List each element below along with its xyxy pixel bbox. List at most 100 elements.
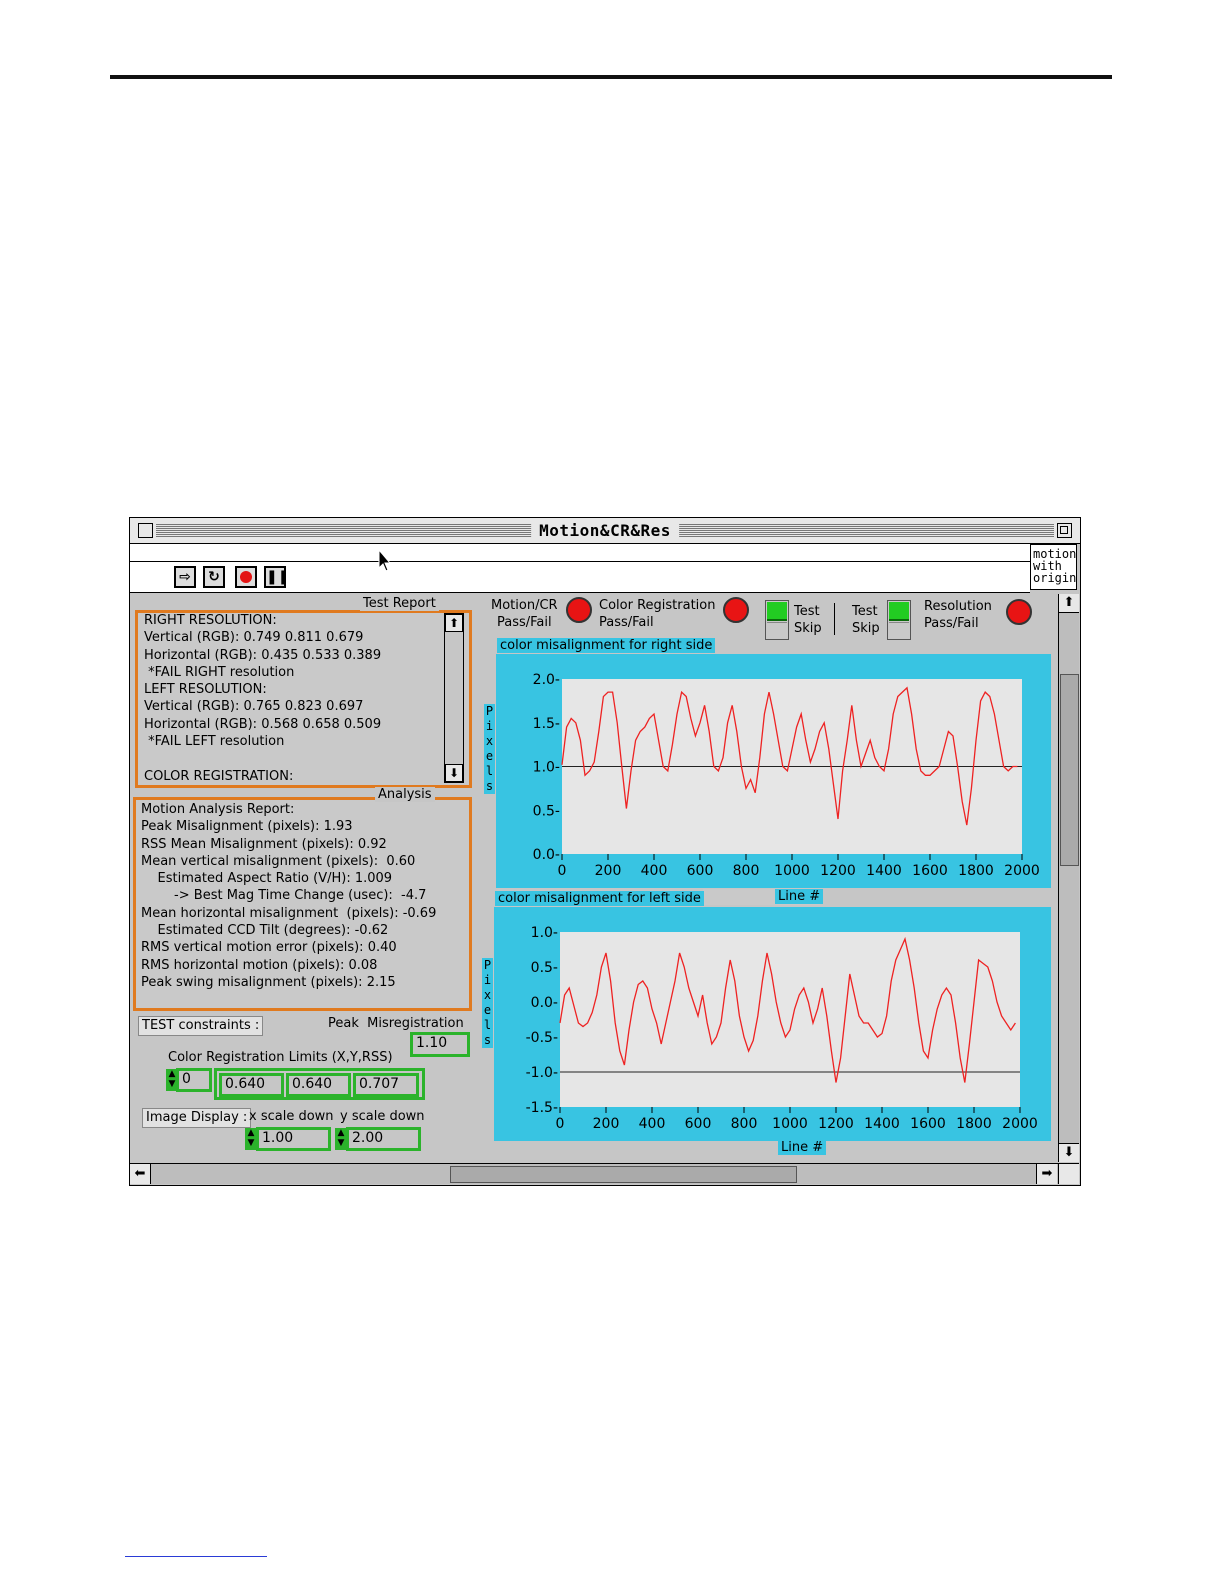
report-scroll-thumb[interactable] <box>445 632 463 697</box>
resolution-led <box>1006 599 1032 625</box>
right-graph-title: color misalignment for right side <box>497 638 716 653</box>
y-tick-label: 1.0- <box>531 925 558 941</box>
title-bar[interactable]: Motion&CR&Res <box>130 518 1080 544</box>
scroll-down-arrow-icon[interactable]: ⬇ <box>1059 1143 1079 1162</box>
report-line: Vertical (RGB): 0.765 0.823 0.697 <box>144 699 364 715</box>
peak-misregistration-field[interactable]: 1.10 <box>410 1032 470 1057</box>
analysis-line: RSS Mean Misalignment (pixels): 0.92 <box>141 836 387 852</box>
toggle1-label: Test Skip <box>794 604 822 637</box>
y-tick-label: 2.0- <box>533 672 560 688</box>
x-tick-label: 800 <box>733 863 760 879</box>
y-tick-label: 0.0- <box>533 847 560 863</box>
vertical-scroll-thumb[interactable] <box>1060 674 1079 866</box>
close-box[interactable] <box>138 523 153 538</box>
analysis-line: RMS horizontal motion (pixels): 0.08 <box>141 957 378 973</box>
vertical-scrollbar[interactable]: ⬆ ⬇ <box>1058 594 1079 1162</box>
horizontal-scrollbar[interactable]: ⬅ ➡ <box>130 1163 1078 1184</box>
report-line: *FAIL LEFT resolution <box>144 734 285 750</box>
pause-button[interactable]: ❚❚ <box>264 566 289 588</box>
right-graph: 0 200 400 600 800 1000 1200 1400 1600 1800 2000 2.0… <box>496 654 1051 888</box>
report-line: Horizontal (RGB): 0.568 0.658 0.509 <box>144 716 382 732</box>
x-tick-label: 1000 <box>772 1116 808 1132</box>
mouse-pointer-icon <box>378 549 392 572</box>
x-tick-label: 1200 <box>820 863 856 879</box>
footer-link-underline <box>125 1556 267 1557</box>
y-tick-label: 1.0- <box>533 760 560 776</box>
motion-test-skip-toggle[interactable] <box>765 600 789 640</box>
zoom-box[interactable] <box>1057 523 1072 538</box>
resolution-test-skip-toggle[interactable] <box>887 600 911 640</box>
analysis-line: Peak swing misalignment (pixels): 2.15 <box>141 974 396 990</box>
page-top-rule <box>110 75 1112 79</box>
size-box-icon[interactable] <box>1058 1163 1079 1184</box>
image-display-button[interactable]: Image Display : <box>142 1108 252 1128</box>
peak-misregistration-label: Peak Misregistration <box>328 1016 464 1031</box>
x-tick-label: 1400 <box>864 1116 900 1132</box>
color-registration-label: Color Registration Pass/Fail <box>599 598 716 631</box>
right-chart-svg: 0 200 400 600 800 1000 1200 1400 1600 1800 2000 2.0… <box>533 672 1040 879</box>
y-tick-label: 0.0- <box>531 995 558 1011</box>
array-index-field[interactable]: 0 <box>176 1068 212 1092</box>
run-button[interactable]: ⇨ <box>174 566 196 588</box>
scroll-down-arrow-icon[interactable]: ⬇ <box>445 764 463 782</box>
x-tick-label: 800 <box>731 1116 758 1132</box>
context-help-box: motion with origin <box>1030 544 1077 590</box>
vi-window: Motion&CR&Res ⇨ ↻ ❚❚ motion with origin … <box>129 517 1081 1186</box>
x-tick-label: 200 <box>593 1116 620 1132</box>
x-tick-label: 600 <box>687 863 714 879</box>
x-tick-label: 600 <box>685 1116 712 1132</box>
abort-button[interactable] <box>235 566 257 588</box>
x-tick-label: 2000 <box>1004 863 1040 879</box>
test-report-text: RIGHT RESOLUTION: Vertical (RGB): 0.749 … <box>144 612 381 785</box>
limit-x-field[interactable]: 0.640 <box>219 1073 284 1097</box>
analysis-line: Estimated Aspect Ratio (V/H): 1.009 <box>141 871 393 887</box>
left-graph-title: color misalignment for left side <box>495 891 704 906</box>
analysis-line: Mean vertical misalignment (pixels): 0.6… <box>141 853 416 869</box>
toolbar: ⇨ ↻ ❚❚ <box>130 562 1030 593</box>
scroll-up-arrow-icon[interactable]: ⬆ <box>445 614 463 632</box>
y-tick-label: 0.5- <box>531 960 558 976</box>
horizontal-scroll-thumb[interactable] <box>450 1166 797 1183</box>
x-tick-label: 2000 <box>1002 1116 1038 1132</box>
resolution-label: Resolution Pass/Fail <box>924 599 992 632</box>
right-x-axis-label: Line # <box>775 889 824 904</box>
limit-y-field[interactable]: 0.640 <box>286 1073 351 1097</box>
limit-rss-field[interactable]: 0.707 <box>353 1073 419 1097</box>
report-scrollbar[interactable]: ⬆ ⬇ <box>444 613 464 783</box>
y-tick-label: -0.5- <box>526 1030 558 1046</box>
menu-bar <box>130 544 1030 562</box>
x-tick-label: 0 <box>558 863 567 879</box>
report-line: RIGHT RESOLUTION: <box>144 613 277 628</box>
analysis-line: -> Best Mag Time Change (usec): -4.7 <box>141 888 427 904</box>
report-line: Horizontal (RGB): 0.435 0.533 0.389 <box>144 647 382 663</box>
x-tick-label: 1800 <box>956 1116 992 1132</box>
context-line-3: origin <box>1033 571 1077 585</box>
test-report-label: Test Report <box>360 596 439 611</box>
scroll-up-arrow-icon[interactable]: ⬆ <box>1059 594 1079 613</box>
analysis-line: RMS vertical motion error (pixels): 0.40 <box>141 940 397 956</box>
report-line: Vertical (RGB): 0.749 0.811 0.679 <box>144 630 364 646</box>
scroll-right-arrow-icon[interactable]: ➡ <box>1036 1164 1057 1184</box>
x-tick-label: 200 <box>595 863 622 879</box>
report-line: COLOR REGISTRATION: <box>144 768 294 784</box>
x-tick-label: 1000 <box>774 863 810 879</box>
report-line <box>144 750 381 767</box>
x-tick-label: 0 <box>556 1116 565 1132</box>
window-title: Motion&CR&Res <box>531 521 679 540</box>
x-tick-label: 1200 <box>818 1116 854 1132</box>
y-tick-label: 0.5- <box>533 803 560 819</box>
test-constraints-button[interactable]: TEST constraints : <box>138 1016 264 1036</box>
y-tick-label: -1.5- <box>526 1100 558 1116</box>
y-scale-field[interactable]: 2.00 <box>346 1127 421 1151</box>
left-chart-svg: 0 200 400 600 800 1000 1200 1400 1600 1800 2000 1.0… <box>526 925 1038 1132</box>
analysis-line: Peak Misalignment (pixels): 1.93 <box>141 819 353 835</box>
x-scale-field[interactable]: 1.00 <box>256 1127 331 1151</box>
motion-cr-led <box>566 597 592 623</box>
analysis-line: Estimated CCD Tilt (degrees): -0.62 <box>141 923 389 939</box>
analysis-label: Analysis <box>375 787 435 802</box>
run-continuously-button[interactable]: ↻ <box>203 566 225 588</box>
y-scale-label: y scale down <box>340 1109 425 1124</box>
x-tick-label: 1600 <box>910 1116 946 1132</box>
scroll-left-arrow-icon[interactable]: ⬅ <box>130 1164 151 1184</box>
left-y-axis-label: Pixels <box>482 958 493 1048</box>
